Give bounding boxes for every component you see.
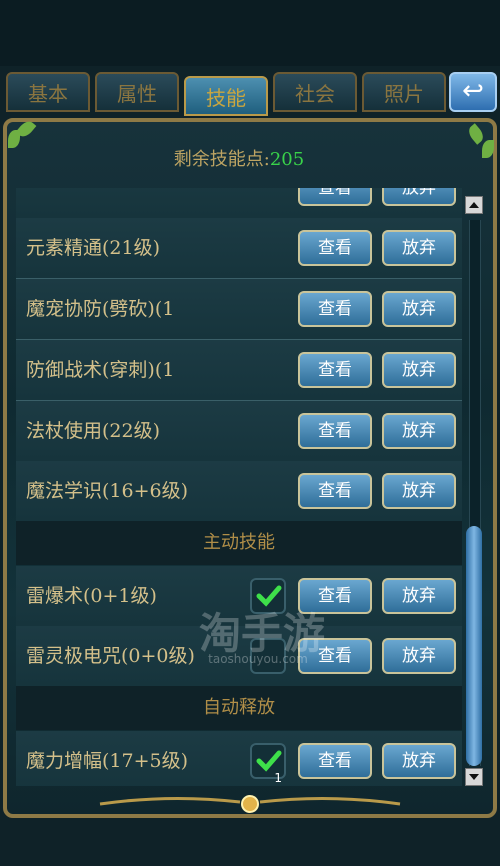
skill-name: 法杖使用(22级) <box>26 420 161 442</box>
view-button[interactable]: 查看 <box>298 352 372 388</box>
abandon-button[interactable]: 放弃 <box>382 473 456 509</box>
skill-row: 魔法学识(16+6级) 查看 放弃 <box>16 461 462 522</box>
section-header: 自动释放 <box>16 686 462 730</box>
skill-list[interactable]: 查看 放弃 元素精通(21级) 查看 放弃 魔宠协防(劈砍)(1 查看 放弃 防御战术(穿刺)(… <box>16 188 462 786</box>
scrollbar[interactable] <box>463 196 485 786</box>
scroll-up-arrow-icon[interactable] <box>465 196 483 214</box>
watermark-url: taoshouyou.com <box>208 652 308 666</box>
remaining-skill-points: 剩余技能点:205 <box>16 128 462 178</box>
slot-number: 1 <box>274 771 282 785</box>
view-button[interactable]: 查看 <box>298 413 372 449</box>
top-status-bar <box>0 0 500 66</box>
skill-name: 魔法学识(16+6级) <box>26 480 189 502</box>
abandon-button[interactable]: 放弃 <box>382 230 456 266</box>
view-button[interactable]: 查看 <box>298 473 372 509</box>
view-button[interactable]: 查看 <box>298 230 372 266</box>
skill-row: 元素精通(21级) 查看 放弃 <box>16 218 462 279</box>
skill-row: 魔力增幅(17+5级) 1 查看 放弃 <box>16 731 462 786</box>
skill-name: 魔力增幅(17+5级) <box>26 750 189 772</box>
skill-name: 魔宠协防(劈砍)(1 <box>26 298 175 320</box>
view-button[interactable]: 查看 <box>298 743 372 779</box>
view-button[interactable]: 查看 <box>298 188 372 206</box>
abandon-button[interactable]: 放弃 <box>382 578 456 614</box>
skill-name: 元素精通(21级) <box>26 237 161 259</box>
skill-row: 防御战术(穿刺)(1 查看 放弃 <box>16 340 462 401</box>
tab-attributes[interactable]: 属性 <box>95 72 179 112</box>
view-button[interactable]: 查看 <box>298 291 372 327</box>
scroll-thumb[interactable] <box>466 526 482 766</box>
abandon-button[interactable]: 放弃 <box>382 413 456 449</box>
footer-ornament-icon <box>99 795 401 813</box>
scroll-down-arrow-icon[interactable] <box>465 768 483 786</box>
tab-skills[interactable]: 技能 <box>184 76 268 116</box>
back-arrow-icon: ↩ <box>462 76 484 106</box>
abandon-button[interactable]: 放弃 <box>382 352 456 388</box>
abandon-button[interactable]: 放弃 <box>382 638 456 674</box>
skill-name: 防御战术(穿刺)(1 <box>26 359 175 381</box>
skill-points-label: 剩余技能点: <box>173 149 270 170</box>
tab-basic[interactable]: 基本 <box>6 72 90 112</box>
abandon-button[interactable]: 放弃 <box>382 291 456 327</box>
abandon-button[interactable]: 放弃 <box>382 743 456 779</box>
abandon-button[interactable]: 放弃 <box>382 188 456 206</box>
tab-bar: 基本 属性 技能 社会 照片 <box>0 68 500 118</box>
back-button[interactable]: ↩ <box>449 72 497 112</box>
skill-row: 魔宠协防(劈砍)(1 查看 放弃 <box>16 279 462 340</box>
skill-row: 查看 放弃 <box>16 188 462 219</box>
auto-use-checkbox[interactable]: 1 <box>250 743 286 785</box>
skill-row: 法杖使用(22级) 查看 放弃 <box>16 401 462 462</box>
tab-photos[interactable]: 照片 <box>362 72 446 112</box>
section-header: 主动技能 <box>16 521 462 565</box>
tab-social[interactable]: 社会 <box>273 72 357 112</box>
skill-points-value: 205 <box>269 149 305 170</box>
